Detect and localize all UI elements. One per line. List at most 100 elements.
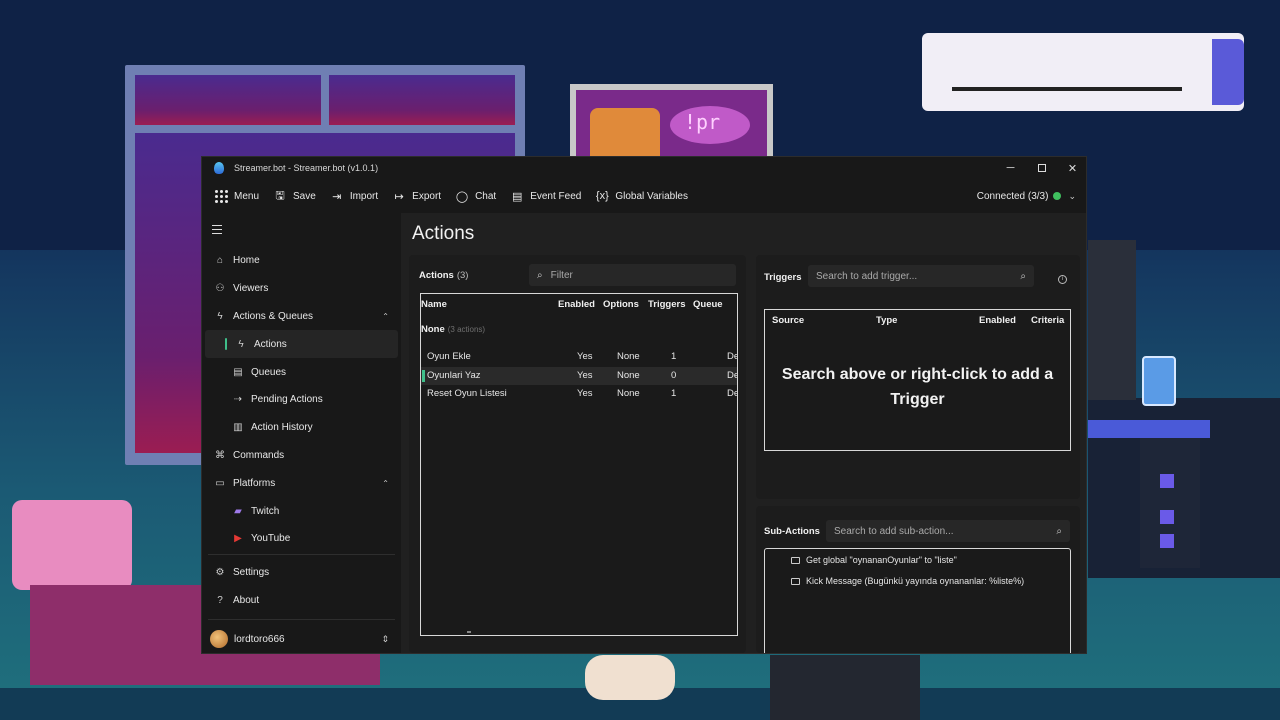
column-header-triggers[interactable]: Triggers [648,294,686,316]
column-header-type[interactable]: Type [876,310,897,332]
sidebar-item-label: About [233,595,260,607]
sidebar-item-twitch[interactable]: ▰ Twitch [202,497,401,525]
connection-label: Connected (3/3) [976,190,1049,202]
save-icon: 🖫 [275,189,285,202]
save-button[interactable]: 🖫 Save [271,185,318,207]
action-triggers: 1 [671,388,677,399]
background-cat [585,655,675,700]
trigger-search[interactable]: ⌕ [808,265,1034,287]
column-header-source[interactable]: Source [772,310,804,332]
column-header-enabled[interactable]: Enabled [979,310,1016,332]
subaction-item[interactable]: Kick Message (Bugünkü yayında oynananlar… [791,576,1024,586]
sidebar-item-viewers[interactable]: ⚇ Viewers [202,275,401,303]
event-feed-button[interactable]: ▤ Event Feed [508,185,583,207]
sidebar-item-action-history[interactable]: ▥ Action History [202,414,401,442]
minimize-button[interactable]: ─ [995,157,1026,179]
table-row[interactable]: Reset Oyun Listesi Yes None 1 De [421,385,737,403]
action-triggers: 0 [671,370,677,381]
action-queue: De [727,370,738,381]
variables-icon: {x} [595,190,609,202]
sidebar-item-about[interactable]: ? About [202,587,401,615]
sidebar-item-commands[interactable]: ⌘ Commands [202,442,401,470]
group-count: (3 actions) [447,325,486,334]
actions-table[interactable]: Name Enabled Options Triggers Queue None… [420,293,738,636]
subaction-search-input[interactable] [834,525,1048,537]
sidebar-bottom-nav: ⚙ Settings ? About [202,559,401,615]
info-icon[interactable]: i [1058,275,1067,284]
column-header-options[interactable]: Options [603,294,639,316]
background-pillow [12,500,132,590]
subaction-label: Get global "oynananOyunlar" to "liste" [806,555,957,565]
triggers-table[interactable]: Source Type Enabled Criteria Search abov… [764,309,1071,451]
sidebar-item-label: Actions & Queues [233,310,314,322]
import-button[interactable]: ⇥ Import [328,185,380,207]
search-icon: ⌕ [1056,525,1062,537]
subaction-search[interactable]: ⌕ [826,520,1070,542]
maximize-button[interactable] [1026,157,1057,179]
home-icon: ⌂ [216,255,224,267]
export-icon: ↦ [394,190,404,203]
sidebar-item-platforms[interactable]: ▭ Platforms ⌃ [202,469,401,497]
bolt-icon: ϟ [238,338,244,350]
sidebar-item-pending-actions[interactable]: ⇢ Pending Actions [202,386,401,414]
grid-menu-icon [214,189,228,203]
sidebar-item-label: Platforms [233,477,276,489]
main-toolbar: Menu 🖫 Save ⇥ Import ↦ Export ◯ Chat ▤ E… [202,179,1086,213]
action-queue: De [727,388,738,399]
sidebar-item-youtube[interactable]: ▶ YouTube [202,525,401,551]
action-enabled: Yes [577,351,593,362]
import-label: Import [349,190,379,202]
subaction-label: Kick Message (Bugünkü yayında oynananlar… [806,576,1025,586]
column-header-criteria[interactable]: Criteria [1031,310,1064,332]
menu-button[interactable]: Menu [212,185,261,207]
search-icon: ⌕ [537,269,543,281]
actions-count: (3) [456,270,469,281]
chat-label: Chat [475,190,497,202]
group-row[interactable]: None (3 actions) [421,320,485,340]
column-header-enabled[interactable]: Enabled [558,294,595,316]
sidebar-item-settings[interactable]: ⚙ Settings [202,559,401,587]
subactions-list[interactable]: Get global "oynananOyunlar" to "liste" K… [764,548,1071,653]
column-header-queue[interactable]: Queue [693,294,723,316]
main-content: Actions Actions(3) ⌕ Name Enabled Option… [401,213,1086,653]
title-bar[interactable]: Streamer.bot - Streamer.bot (v1.0.1) ─ ✕ [202,157,1086,179]
background-desk [1088,420,1210,438]
sidebar-item-actions[interactable]: ϟ Actions [205,330,398,359]
subaction-icon [791,577,800,585]
sidebar-item-actions-queues[interactable]: ϟ Actions & Queues ⌃ [202,303,401,331]
action-options: None [617,351,640,362]
table-row[interactable]: Oyunlari Yaz Yes None 0 De [421,367,737,385]
queue-icon: ▤ [233,366,243,378]
table-row[interactable]: Oyun Ekle Yes None 1 De [421,348,737,366]
chat-button[interactable]: ◯ Chat [453,185,498,207]
action-name: Reset Oyun Listesi [427,388,507,399]
connection-status-dot [1053,192,1062,200]
actions-filter-input[interactable] [550,269,721,281]
global-variables-button[interactable]: {x} Global Variables [593,185,690,207]
avatar [210,630,228,648]
actions-filter[interactable]: ⌕ [529,264,736,286]
column-header-name[interactable]: Name [421,294,447,316]
sidebar-item-label: Action History [251,422,313,434]
sidebar-item-queues[interactable]: ▤ Queues [202,358,401,386]
horizontal-scrollbar[interactable] [467,631,471,633]
menu-label: Menu [234,190,260,202]
action-enabled: Yes [577,370,593,381]
twitch-icon: ▰ [234,505,242,517]
subaction-item[interactable]: Get global "oynananOyunlar" to "liste" [791,555,957,565]
chevron-up-icon: ⌃ [382,311,389,321]
user-profile[interactable]: lordtoro666 ⇕ [202,623,401,653]
close-button[interactable]: ✕ [1057,157,1086,179]
trigger-search-input[interactable] [816,270,1012,282]
action-queue: De [727,351,738,362]
sidebar: ⌂ Home ⚇ Viewers ϟ Actions & Queues ⌃ ϟ … [202,213,401,653]
export-button[interactable]: ↦ Export [390,185,443,207]
background-air-conditioner [922,33,1244,111]
connection-status[interactable]: Connected (3/3) ⌄ [977,191,1076,202]
sidebar-item-home[interactable]: ⌂ Home [202,247,401,275]
sidebar-divider [208,554,395,555]
users-icon: ⚇ [215,283,225,295]
hamburger-menu-icon[interactable] [212,225,222,237]
global-variables-label: Global Variables [615,190,688,202]
action-options: None [617,370,640,381]
